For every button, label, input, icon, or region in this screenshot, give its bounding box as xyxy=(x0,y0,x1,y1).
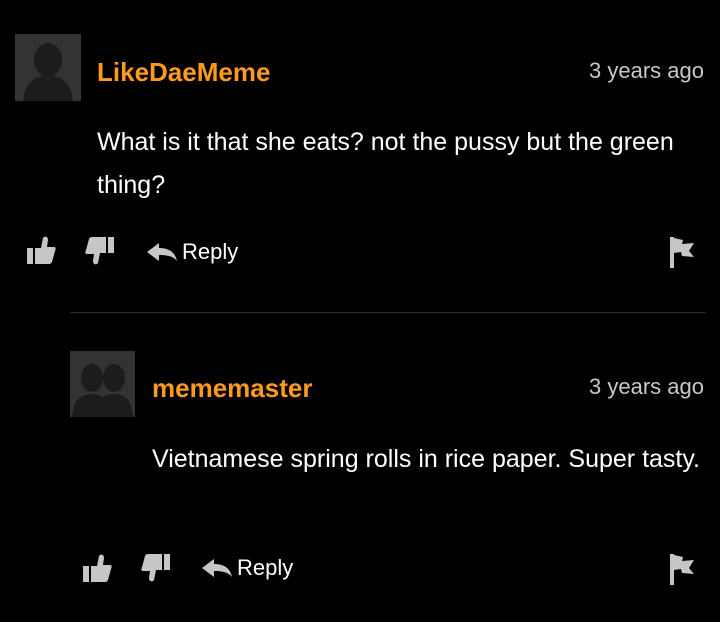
comment-username[interactable]: mememaster xyxy=(152,373,312,403)
flag-icon xyxy=(670,554,694,585)
flag-icon xyxy=(670,237,694,268)
comment-text: What is it that she eats? not the pussy … xyxy=(97,128,674,199)
reply-arrow-icon xyxy=(146,242,178,262)
comment-text: Vietnamese spring rolls in rice paper. S… xyxy=(152,445,700,473)
thumbs-up-icon xyxy=(27,236,56,264)
avatar[interactable] xyxy=(15,34,81,101)
flag-button[interactable] xyxy=(669,235,695,269)
reply-arrow-icon xyxy=(201,558,233,578)
group-silhouette-icon xyxy=(70,351,135,417)
comment-timestamp: 3 years ago xyxy=(589,58,704,83)
thumbs-up-button[interactable] xyxy=(26,235,56,265)
thumbs-down-button[interactable] xyxy=(140,553,172,583)
avatar[interactable] xyxy=(70,351,135,417)
thumbs-up-button[interactable] xyxy=(82,553,112,583)
thumbs-down-icon xyxy=(85,237,114,265)
comment-timestamp: 3 years ago xyxy=(589,374,704,399)
thumbs-down-button[interactable] xyxy=(84,236,116,266)
comment-divider xyxy=(70,312,706,313)
thumbs-up-icon xyxy=(83,554,112,582)
flag-button[interactable] xyxy=(669,552,695,586)
single-person-silhouette-icon xyxy=(15,34,81,101)
reply-button[interactable]: Reply xyxy=(201,555,293,581)
reply-label: Reply xyxy=(182,239,239,264)
comment-username[interactable]: LikeDaeMeme xyxy=(97,57,270,87)
thumbs-down-icon xyxy=(141,554,170,582)
reply-button[interactable]: Reply xyxy=(146,239,238,265)
reply-label: Reply xyxy=(237,555,294,580)
